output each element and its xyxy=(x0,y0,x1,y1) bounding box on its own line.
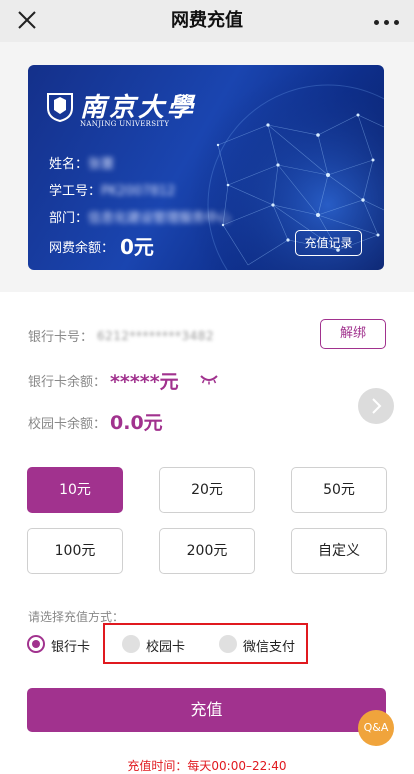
bank-no-value: 6212********3482 xyxy=(97,329,215,343)
id-row: 学工号：PK2007812 xyxy=(49,180,175,199)
campus-balance-value: 0.0元 xyxy=(110,412,163,434)
top-bar: 网费充值 xyxy=(0,0,414,42)
campus-network-card: 南京大學 NANJING UNIVERSITY 姓名：张蕾 学工号：PK2007… xyxy=(28,65,384,270)
amount-option-100[interactable]: 100元 xyxy=(27,528,123,574)
more-icon[interactable] xyxy=(374,12,400,30)
bank-balance-label: 银行卡余额： xyxy=(28,375,107,390)
next-arrow-button[interactable] xyxy=(358,388,394,424)
unbind-button[interactable]: 解绑 xyxy=(320,319,386,349)
qa-button[interactable]: Q&A xyxy=(358,710,394,746)
university-name-en: NANJING UNIVERSITY xyxy=(80,120,170,128)
radio-bank-card-label[interactable]: 银行卡 xyxy=(51,636,90,655)
name-row: 姓名：张蕾 xyxy=(49,153,114,172)
bank-no-label: 银行卡号： xyxy=(28,330,94,345)
id-value: PK2007812 xyxy=(101,184,176,199)
highlight-box xyxy=(103,623,308,664)
dept-label: 部门： xyxy=(49,211,89,226)
bank-balance-value: *****元 xyxy=(110,371,179,393)
amount-option-20[interactable]: 20元 xyxy=(159,467,255,513)
net-balance-value: 0元 xyxy=(120,235,154,259)
dept-row: 部门：信息化建设管理服务中心 xyxy=(49,207,231,226)
eye-closed-icon[interactable] xyxy=(199,373,219,385)
dept-value: 信息化建设管理服务中心 xyxy=(88,211,232,226)
recharge-button[interactable]: 充值 xyxy=(27,688,386,732)
name-value: 张蕾 xyxy=(88,157,115,172)
card-area: 南京大學 NANJING UNIVERSITY 姓名：张蕾 学工号：PK2007… xyxy=(0,42,414,292)
amount-option-custom[interactable]: 自定义 xyxy=(291,528,387,574)
campus-balance-label: 校园卡余额： xyxy=(28,417,107,432)
id-label: 学工号： xyxy=(49,184,102,199)
net-balance-label: 网费余额： xyxy=(49,241,115,256)
university-logo xyxy=(47,93,73,122)
amount-option-200[interactable]: 200元 xyxy=(159,528,255,574)
radio-bank-card[interactable] xyxy=(27,635,45,653)
university-name: 南京大學 xyxy=(80,93,197,123)
name-label: 姓名： xyxy=(49,157,89,172)
amount-option-10[interactable]: 10元 xyxy=(27,467,123,513)
recharge-record-button[interactable]: 充值记录 xyxy=(295,230,362,256)
recharge-time: 充值时间：每天00:00–22:40 xyxy=(127,759,287,773)
page-title: 网费充值 xyxy=(171,10,243,31)
chevron-right-icon xyxy=(372,398,382,414)
amount-option-50[interactable]: 50元 xyxy=(291,467,387,513)
